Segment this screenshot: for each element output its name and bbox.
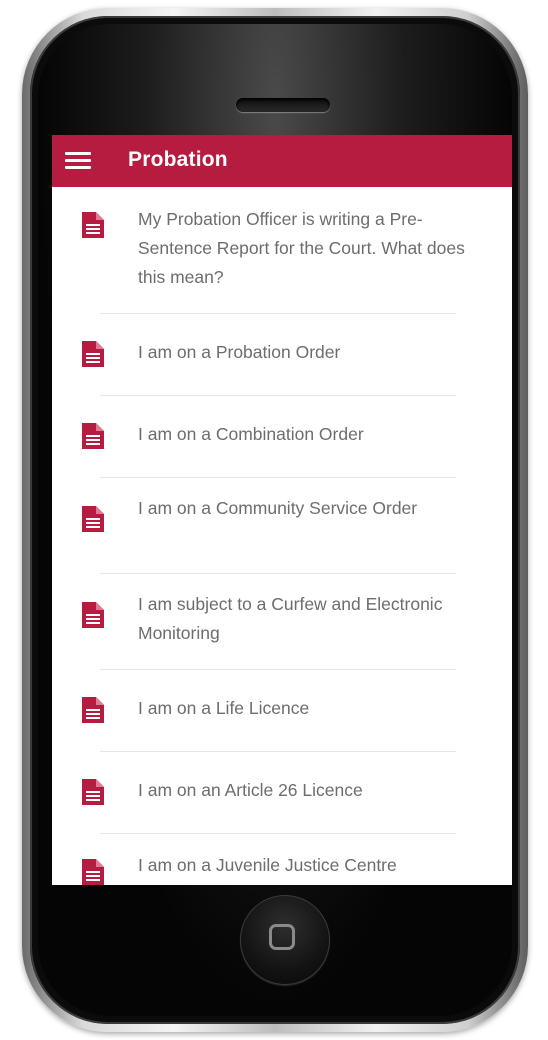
list-item[interactable]: I am on a Combination Order (52, 396, 512, 476)
list-item[interactable]: I am on a Juvenile Justice Centre (52, 834, 512, 885)
list-item[interactable]: I am on a Probation Order (52, 314, 512, 394)
list-item-label: I am on a Combination Order (138, 424, 364, 444)
document-icon (82, 212, 104, 238)
earpiece-speaker (236, 98, 330, 112)
list-item-label: I am on a Juvenile Justice Centre (138, 855, 397, 875)
device-mockup: Probation My Probation Officer is writin… (0, 0, 548, 1040)
list-item-label: I am subject to a Curfew and Electronic … (138, 594, 443, 643)
document-icon (82, 506, 104, 532)
document-icon (82, 779, 104, 805)
hamburger-menu-icon[interactable] (65, 152, 91, 170)
document-icon (82, 602, 104, 628)
list-item[interactable]: I am on an Article 26 Licence (52, 752, 512, 832)
list-item-label: I am on a Life Licence (138, 698, 310, 718)
list-item[interactable]: I am subject to a Curfew and Electronic … (52, 574, 512, 668)
list-item[interactable]: I am on a Life Licence (52, 670, 512, 750)
list-item[interactable]: I am on a Community Service Order (52, 478, 512, 572)
home-button-icon (269, 924, 295, 950)
document-icon (82, 859, 104, 885)
list-item-label: I am on a Community Service Order (138, 498, 418, 518)
list-item-label: I am on a Probation Order (138, 342, 341, 362)
home-button[interactable] (240, 895, 330, 985)
list-item-label: My Probation Officer is writing a Pre-Se… (138, 209, 465, 287)
list-item[interactable]: My Probation Officer is writing a Pre-Se… (52, 187, 512, 313)
app-screen: Probation My Probation Officer is writin… (52, 135, 512, 885)
app-bar: Probation (52, 135, 512, 187)
page-title: Probation (128, 148, 228, 171)
document-icon (82, 341, 104, 367)
document-icon (82, 697, 104, 723)
document-icon (82, 423, 104, 449)
list-item-label: I am on an Article 26 Licence (138, 780, 363, 800)
